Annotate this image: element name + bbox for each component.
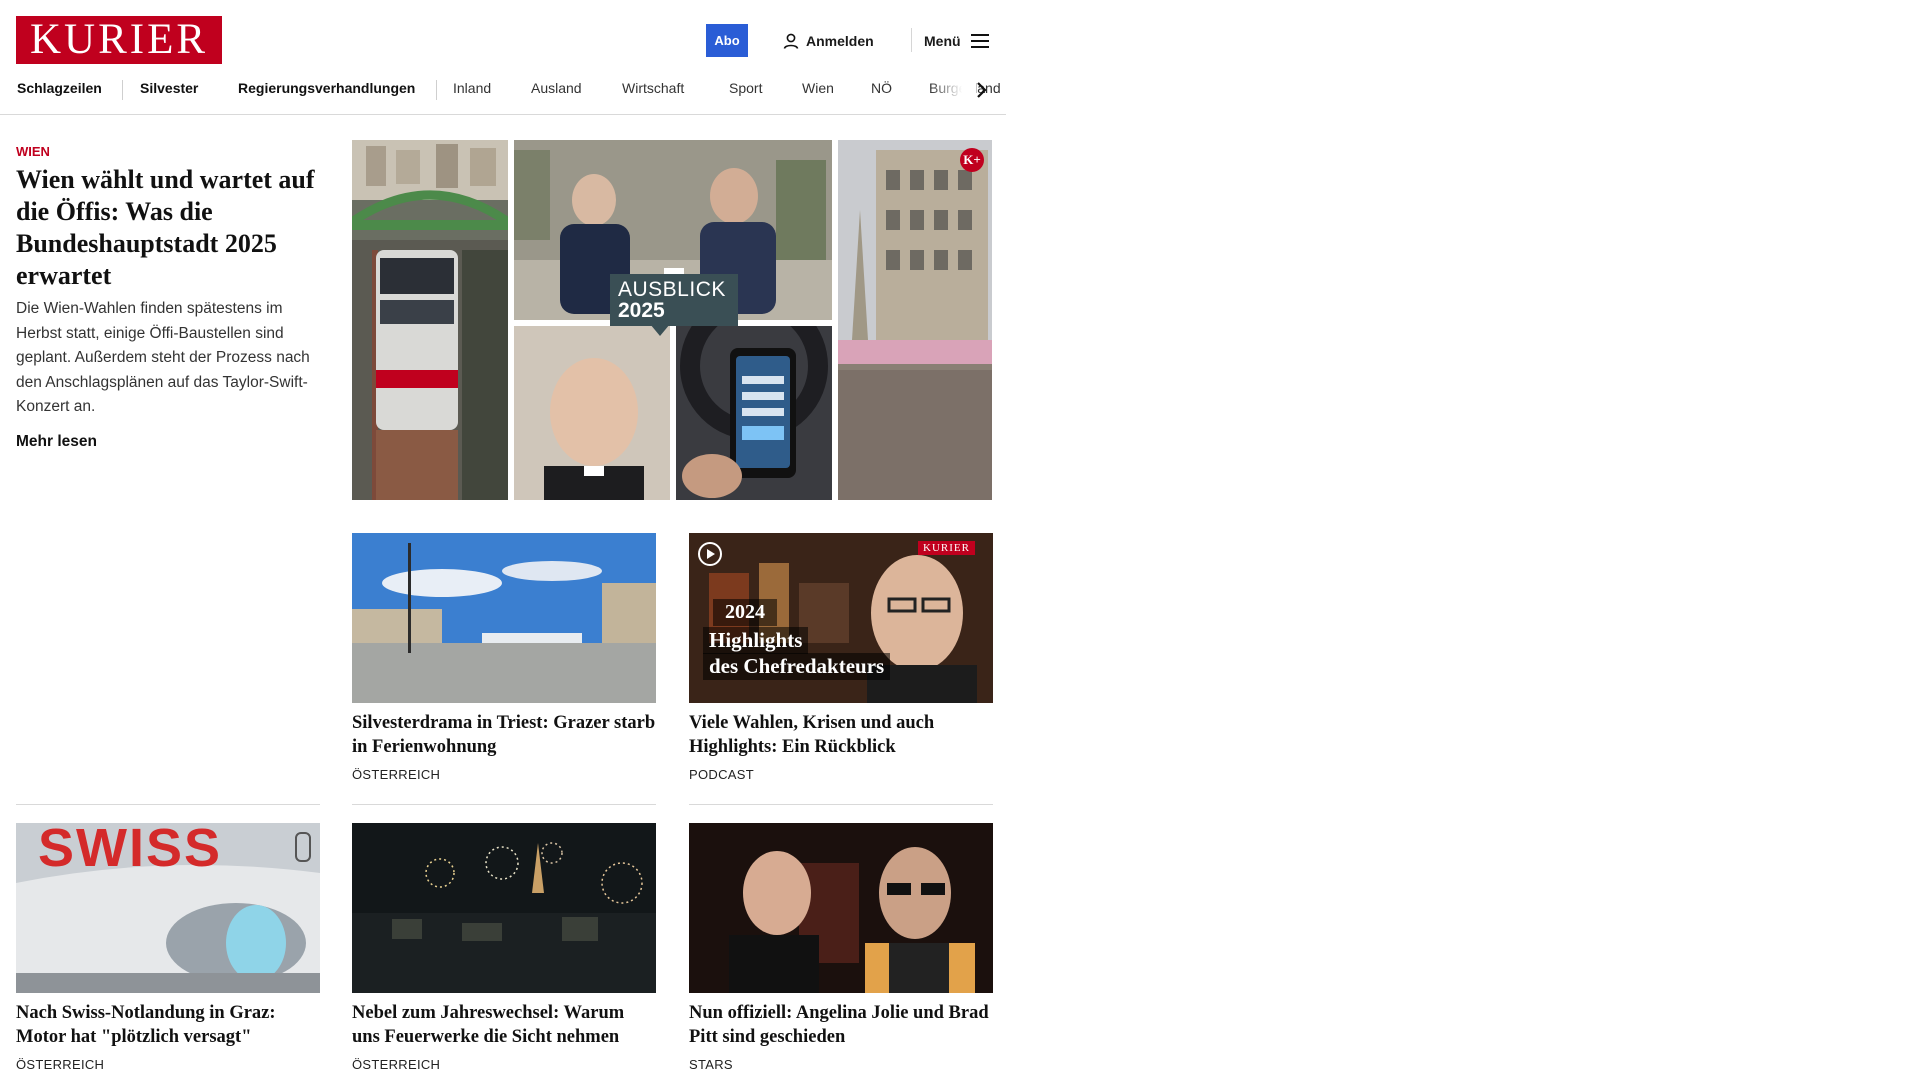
- login-label: Anmelden: [806, 32, 874, 49]
- nav-divider: [436, 80, 437, 100]
- overlay-line2: des Chefredakteurs: [703, 653, 891, 680]
- kurier-mini-logo: KURIER: [918, 541, 975, 555]
- article-card[interactable]: Silvesterdrama in Triest: Grazer starb i…: [352, 533, 656, 782]
- ausblick-label: AUSBLICK 2025: [610, 274, 738, 326]
- nav-item-wirtschaft[interactable]: Wirtschaft: [622, 80, 684, 96]
- trieste-illustration: [352, 533, 656, 703]
- article-image[interactable]: KURIER 2024 Highlights des Chefredakteur…: [689, 533, 993, 703]
- play-circle-icon[interactable]: [697, 541, 723, 567]
- article-category[interactable]: Österreich: [352, 1057, 656, 1072]
- lead-title[interactable]: Wien wählt und wartet auf die Öffis: Was…: [16, 164, 316, 292]
- article-image[interactable]: [352, 533, 656, 703]
- lead-kicker[interactable]: WIEN: [16, 144, 50, 159]
- hamburger-icon: [970, 33, 989, 48]
- nav-item-sport[interactable]: Sport: [729, 80, 762, 96]
- lead-teaser: Die Wien-Wahlen finden spätestens im Her…: [16, 300, 310, 415]
- chevron-right-icon[interactable]: [972, 78, 992, 102]
- section-nav: Schlagzeilen Silvester Regierungsverhand…: [0, 74, 1006, 115]
- nav-divider: [122, 80, 123, 100]
- article-title[interactable]: Nach Swiss-Notlandung in Graz: Motor hat…: [16, 1001, 320, 1049]
- page: KURIER Abo Anmelden Menü Schlagzeilen Si…: [0, 0, 1006, 1080]
- article-category[interactable]: Stars: [689, 1057, 993, 1072]
- divider: [352, 804, 656, 805]
- article-title[interactable]: Viele Wahlen, Krisen und auch Highlights…: [689, 711, 993, 759]
- cardinal-photo: [514, 326, 670, 500]
- phone-photo: [676, 326, 832, 500]
- nav-item-schlagzeilen[interactable]: Schlagzeilen: [17, 80, 102, 96]
- tram-photo: [352, 140, 508, 500]
- nav-item-inland[interactable]: Inland: [453, 80, 491, 96]
- article-title[interactable]: Silvesterdrama in Triest: Grazer starb i…: [352, 711, 656, 759]
- article-card[interactable]: Nun offiziell: Angelina Jolie und Brad P…: [689, 823, 993, 1072]
- nav-item-regierungsverhandlungen[interactable]: Regierungsverhandlungen: [238, 80, 415, 96]
- overlay-year: 2024: [713, 599, 777, 626]
- nav-item-ausland[interactable]: Ausland: [531, 80, 582, 96]
- article-category[interactable]: Österreich: [16, 1057, 320, 1072]
- nav-item-noe[interactable]: NÖ: [871, 80, 892, 96]
- premium-badge: K+: [960, 148, 984, 172]
- ausblick-line2: 2025: [618, 299, 665, 322]
- swiss-brand-text: SWISS: [38, 823, 223, 878]
- header-divider: [911, 28, 912, 52]
- city-crowd-photo: K+: [838, 140, 992, 500]
- user-icon: [783, 33, 799, 49]
- portrait-illustration: [514, 326, 670, 500]
- menu-button[interactable]: Menü: [924, 24, 989, 57]
- phone-illustration: [676, 326, 832, 500]
- ausblick-pointer: [650, 324, 670, 336]
- tram-illustration: [352, 140, 508, 500]
- article-card[interactable]: SWISS Nach Swiss-Notlandung in Graz: Mot…: [16, 823, 320, 1072]
- article-title[interactable]: Nun offiziell: Angelina Jolie und Brad P…: [689, 1001, 993, 1049]
- overlay-line1: Highlights: [703, 627, 809, 654]
- article-image[interactable]: [689, 823, 993, 993]
- article-category[interactable]: Österreich: [352, 767, 656, 782]
- read-more-link[interactable]: Mehr lesen: [16, 433, 97, 451]
- nav-item-wien[interactable]: Wien: [802, 80, 834, 96]
- login-button[interactable]: Anmelden: [782, 24, 874, 57]
- fireworks-illustration: [352, 823, 656, 993]
- city-illustration: [838, 140, 992, 500]
- kurier-logo[interactable]: KURIER: [16, 16, 222, 64]
- celebrities-illustration: [689, 823, 993, 993]
- article-category[interactable]: Podcast: [689, 767, 993, 782]
- menu-label: Menü: [924, 32, 961, 49]
- article-card[interactable]: Nebel zum Jahreswechsel: Warum uns Feuer…: [352, 823, 656, 1072]
- article-card[interactable]: KURIER 2024 Highlights des Chefredakteur…: [689, 533, 993, 782]
- article-image[interactable]: SWISS: [16, 823, 320, 993]
- article-image[interactable]: [352, 823, 656, 993]
- article-title[interactable]: Nebel zum Jahreswechsel: Warum uns Feuer…: [352, 1001, 656, 1049]
- nav-fade: [930, 74, 976, 112]
- nav-item-silvester[interactable]: Silvester: [140, 80, 198, 96]
- lead-image-collage[interactable]: K+ AUSBLICK 2025: [352, 140, 992, 500]
- abo-button[interactable]: Abo: [706, 24, 748, 57]
- divider: [689, 804, 993, 805]
- divider: [16, 804, 320, 805]
